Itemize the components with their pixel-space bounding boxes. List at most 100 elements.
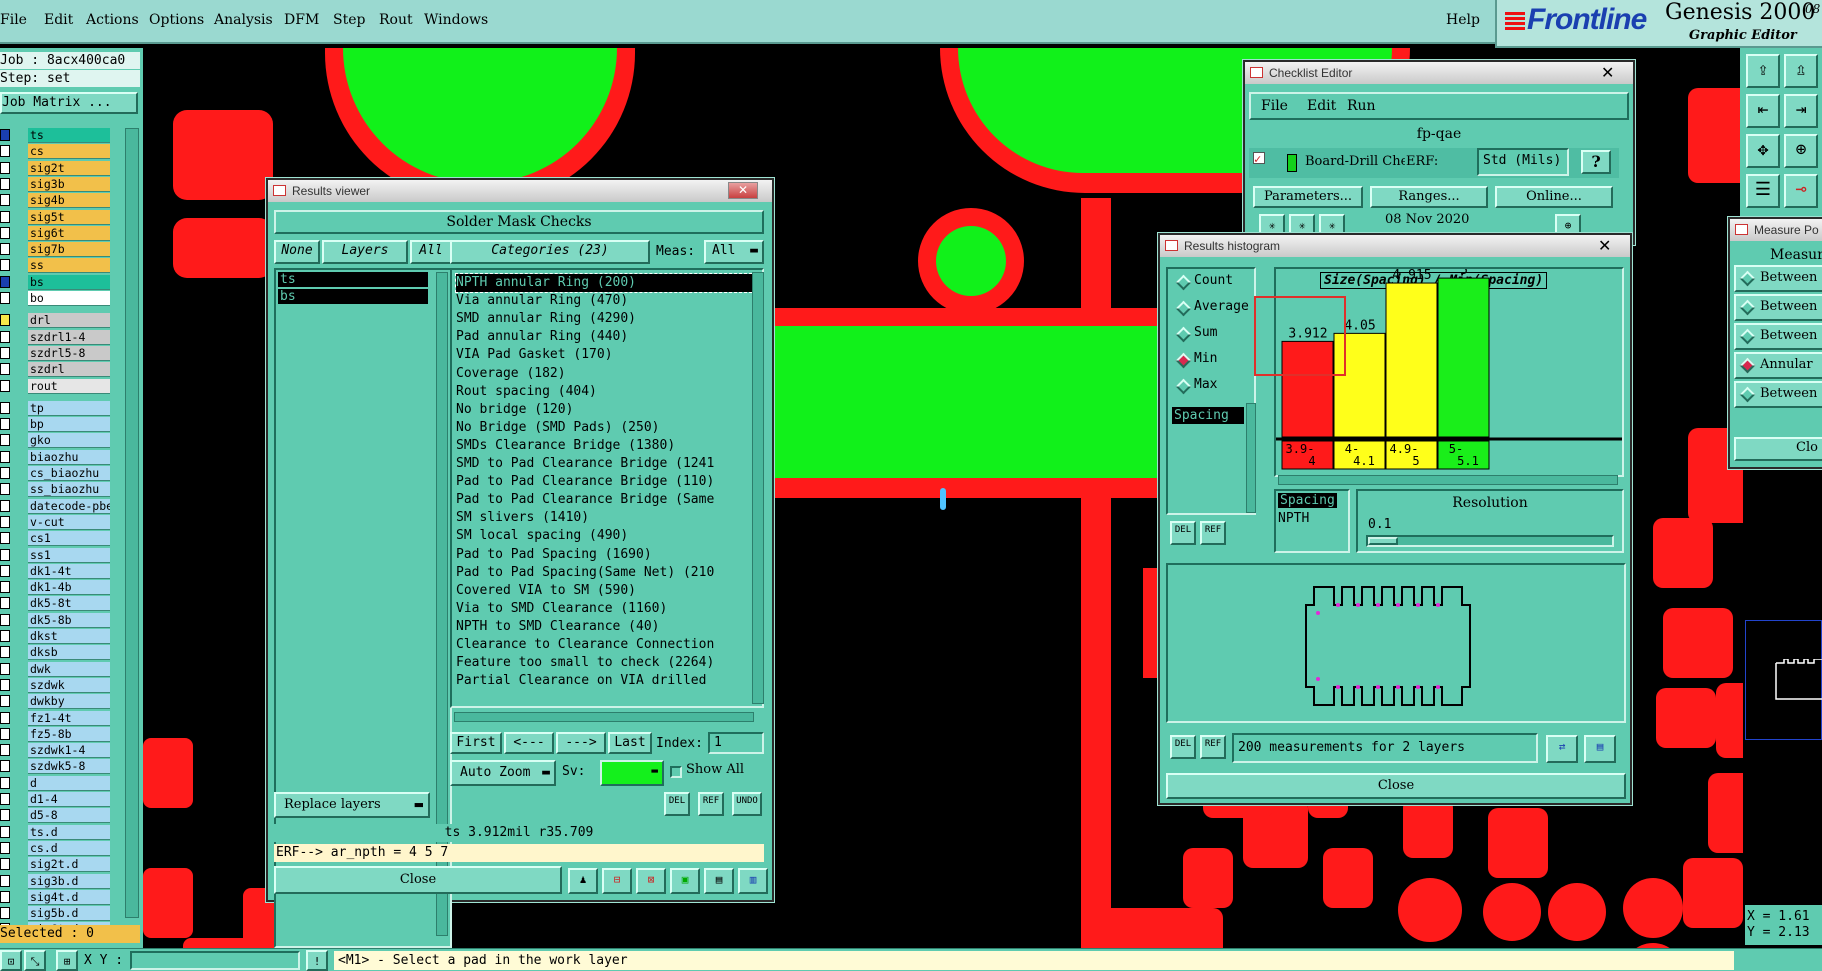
layer-item[interactable]: szdrl bbox=[28, 362, 110, 378]
category-item[interactable]: Pad annular Ring (440) bbox=[456, 328, 628, 346]
all-button[interactable]: All bbox=[410, 240, 452, 264]
category-item[interactable]: Coverage (182) bbox=[456, 365, 566, 383]
layer-checkbox[interactable] bbox=[0, 678, 10, 691]
layer-checkbox[interactable] bbox=[0, 226, 10, 239]
category-item[interactable]: SM slivers (1410) bbox=[456, 509, 589, 527]
layer-checkbox[interactable] bbox=[0, 662, 10, 675]
category-item[interactable]: NPTH annular Ring (200) bbox=[455, 273, 757, 293]
layer-checkbox[interactable] bbox=[0, 858, 10, 871]
tool-icon[interactable]: ⊸ bbox=[1784, 174, 1818, 208]
type-label[interactable]: Spacing bbox=[1278, 493, 1337, 508]
category-item[interactable]: SMDs Clearance Bridge (1380) bbox=[456, 437, 675, 455]
mini-map[interactable] bbox=[1745, 620, 1822, 740]
category-item[interactable]: Pad to Pad Spacing(Same Net) (210 bbox=[456, 564, 714, 582]
layer-checkbox[interactable] bbox=[0, 129, 10, 141]
check-icon[interactable]: ✓ bbox=[1253, 152, 1265, 165]
job-matrix-button[interactable]: Job Matrix ... bbox=[0, 92, 138, 114]
layer-item[interactable]: szdwk5-8 bbox=[28, 759, 110, 775]
none-button[interactable]: None bbox=[274, 240, 320, 264]
preview-ref-button[interactable]: REF bbox=[1200, 735, 1226, 759]
layer-item[interactable]: fz1-4t bbox=[28, 710, 110, 726]
info-icon[interactable]: ! bbox=[306, 950, 328, 971]
tool-icon[interactable]: ⊕ bbox=[1784, 134, 1818, 168]
layer-item[interactable]: sig4b bbox=[28, 193, 110, 209]
replace-layers-dropdown[interactable]: Replace layers ▬ bbox=[274, 792, 430, 818]
tool-icon[interactable]: ✥ bbox=[1746, 134, 1780, 168]
category-item[interactable]: NPTH to SMD Clearance (40) bbox=[456, 618, 660, 636]
measure-option[interactable]: Annular bbox=[1734, 352, 1822, 379]
tool-icon[interactable]: ⇥ bbox=[1784, 94, 1818, 128]
measure-radio[interactable] bbox=[1739, 270, 1756, 287]
histogram-bar[interactable] bbox=[1385, 282, 1438, 438]
layer-checkbox[interactable] bbox=[0, 499, 10, 512]
layer-item[interactable]: szdwk1-4 bbox=[28, 743, 110, 759]
categories-list[interactable]: NPTH annular Ring (200) Via annular Ring … bbox=[450, 268, 764, 708]
layer-checkbox[interactable] bbox=[0, 744, 10, 757]
layer-item[interactable]: sig2t bbox=[28, 160, 110, 176]
sv-color-dropdown[interactable]: ▬ bbox=[600, 760, 664, 786]
layer-checkbox[interactable] bbox=[0, 177, 10, 190]
layer-checkbox[interactable] bbox=[0, 363, 10, 376]
category-item[interactable]: Via annular Ring (470) bbox=[456, 292, 628, 310]
metric-item[interactable]: Spacing bbox=[1172, 407, 1244, 424]
layer-checkbox[interactable] bbox=[0, 695, 10, 708]
menu-analysis[interactable]: Analysis bbox=[214, 12, 273, 28]
tool-icon[interactable]: ⇤ bbox=[1746, 94, 1780, 128]
layer-list[interactable]: ts cs sig2t sig3b sig4b sig5t sig6t sig7b ss bs bo… bbox=[0, 128, 130, 938]
layer-item[interactable]: fz5-8b bbox=[28, 726, 110, 742]
layer-item[interactable]: szdrl1-4 bbox=[28, 329, 110, 345]
layer-checkbox[interactable] bbox=[0, 161, 10, 174]
checklist-item-row[interactable]: ✓ Board-Drill Che ERF: Std (Mils) ? bbox=[1249, 148, 1619, 178]
grid-icon[interactable]: ⊞ bbox=[56, 950, 78, 971]
layer-item[interactable]: d5-8 bbox=[28, 808, 110, 824]
layer-checkbox[interactable] bbox=[0, 548, 10, 561]
layer-checkbox[interactable] bbox=[0, 483, 10, 496]
measure-radio[interactable] bbox=[1739, 386, 1756, 403]
tool-icon[interactable]: ☰ bbox=[1746, 174, 1780, 208]
help-button[interactable]: ? bbox=[1581, 150, 1611, 174]
bottom-tool-icon[interactable]: ⊟ bbox=[602, 868, 632, 894]
layer-item[interactable]: cs_biaozhu bbox=[28, 466, 110, 481]
online-button[interactable]: Online... bbox=[1495, 186, 1613, 208]
status-tool-icon[interactable]: ⊡ bbox=[0, 950, 22, 971]
menu-windows[interactable]: Windows bbox=[424, 12, 488, 28]
histogram-del-button[interactable]: DEL bbox=[1170, 521, 1196, 545]
layer-checkbox[interactable] bbox=[0, 314, 10, 327]
menu-edit[interactable]: Edit bbox=[44, 12, 73, 28]
layer-checkbox[interactable] bbox=[0, 243, 10, 256]
layer-item[interactable]: gko bbox=[28, 433, 110, 449]
layer-checkbox[interactable] bbox=[0, 581, 10, 594]
measure-close-button[interactable]: Clo bbox=[1734, 437, 1822, 461]
viewer-del-button[interactable]: DEL bbox=[664, 792, 690, 816]
layer-item[interactable]: dwkby bbox=[28, 694, 110, 710]
layer-item[interactable]: dkst bbox=[28, 629, 110, 644]
layer-item[interactable]: dwk bbox=[28, 661, 110, 677]
layer-item[interactable]: d bbox=[28, 775, 110, 791]
histogram-close-button[interactable]: Close bbox=[1166, 773, 1626, 799]
layer-item[interactable]: sig3b bbox=[28, 176, 110, 192]
index-field[interactable]: 1 bbox=[708, 732, 764, 754]
checklist-close-icon[interactable]: ✕ bbox=[1601, 63, 1614, 83]
menu-dfm[interactable]: DFM bbox=[284, 12, 319, 28]
prev-button[interactable]: <--- bbox=[504, 732, 554, 754]
layer-checkbox[interactable] bbox=[0, 841, 10, 854]
measure-radio[interactable] bbox=[1739, 299, 1756, 316]
layer-item[interactable]: drl bbox=[28, 313, 110, 329]
layer-item[interactable]: bo bbox=[28, 291, 110, 306]
bottom-tool-icon[interactable]: ▤ bbox=[704, 868, 734, 894]
category-item[interactable]: Pad to Pad Spacing (1690) bbox=[456, 546, 652, 564]
measure-option[interactable]: Between bbox=[1734, 265, 1822, 292]
layer-item[interactable]: sig4t.d bbox=[28, 889, 110, 905]
viewer-undo-button[interactable]: UNDO bbox=[732, 792, 762, 816]
tool-icon[interactable]: ⇫ bbox=[1784, 54, 1818, 88]
layer-item[interactable]: ts.d bbox=[28, 824, 110, 840]
histogram-ref-button[interactable]: REF bbox=[1200, 521, 1226, 545]
layer-item[interactable]: sig5t bbox=[28, 209, 110, 225]
menu-step[interactable]: Step bbox=[333, 12, 365, 28]
layer-item[interactable]: szdrl5-8 bbox=[28, 345, 110, 361]
layer-checkbox[interactable] bbox=[0, 259, 10, 272]
layer-item[interactable]: ss1 bbox=[28, 547, 110, 563]
layer-checkbox[interactable] bbox=[0, 890, 10, 903]
layer-checkbox[interactable] bbox=[0, 145, 10, 158]
show-all-checkbox[interactable] bbox=[670, 766, 682, 778]
